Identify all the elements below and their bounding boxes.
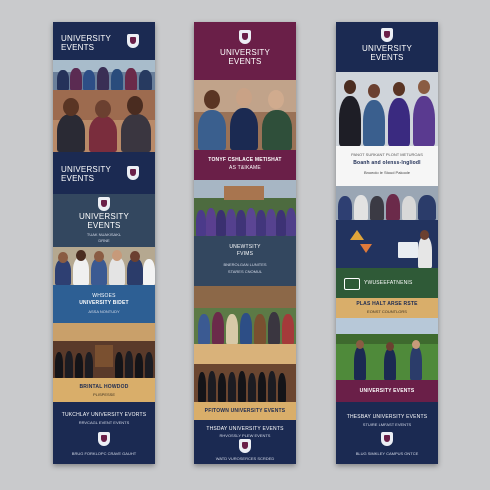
strip3-sand-line2: EONST COUNTLORS — [367, 309, 407, 314]
strip1-blue-panel: WHSOES UNIVERSITY BIDET ASSA NONTUDY — [53, 285, 155, 323]
strip1-header-title: UNIVERSITY EVENTS — [61, 34, 111, 52]
strip1-sand-panel: BRINTAL HOWDOD PLISPESSE — [53, 378, 155, 402]
strip1-students-photo — [53, 90, 155, 152]
strip3-footer: THESBAY UNIVERSITY EVENTS STUIRE LMFAST … — [336, 402, 438, 464]
strip1-group-photo — [53, 247, 155, 285]
strip3-students-photo — [336, 72, 438, 146]
strip2-campus-students-photo — [194, 286, 296, 344]
strip3-sand-line1: PLAS HALT ARSE RSTE — [356, 301, 418, 307]
strip2-plum-line2: AS T&IKAME — [229, 165, 261, 171]
strip2-ceremony-photo — [194, 344, 296, 402]
strip2-sand-panel: PFITOWN UNIVERSITY EVENTS — [194, 402, 296, 420]
strip2-students-photo — [194, 80, 296, 150]
strip3-footer-line3: BLUG SIMKLEY CAMPUS ONTCE — [355, 451, 419, 456]
car-icon — [344, 278, 360, 290]
strip2-header: UNIVERSITY EVENTS — [194, 22, 296, 80]
strip2-slate-line3: BNEROLGAN LUNITES — [223, 262, 267, 267]
strip1-ceremony-photo — [53, 323, 155, 378]
strip1-mid-title: UNIVERSITY EVENTS — [61, 165, 111, 183]
university-crest-icon — [127, 166, 139, 180]
strip1-blue-line3: ASSA NONTUDY — [88, 309, 120, 314]
strip1-footer: TUKCHLAY UNIVERSITY EVORTS RRVCAGL EVENT… — [53, 402, 155, 464]
strip3-sand-panel: PLAS HALT ARSE RSTE EONST COUNTLORS — [336, 298, 438, 318]
strip2-slate-panel: UNEWTSITY FVIMS BNEROLGAN LUNITES STARES… — [194, 236, 296, 286]
strip3-graphic-panel — [336, 220, 438, 268]
strip3-white-line1: PANOT SURKANT PLONT METUROAS — [351, 152, 423, 157]
strip1-footer-line1: TUKCHLAY UNIVERSITY EVORTS — [61, 412, 147, 418]
strip3-header-title: UNIVERSITY EVENTS — [361, 44, 412, 62]
university-crest-icon — [98, 197, 110, 211]
strip3-outdoor-photo — [336, 318, 438, 380]
strip1-blue-line2: UNIVERSITY BIDET — [79, 300, 129, 306]
strip2-footer-line2: RHVOSSLY PLEW EVENTS — [219, 433, 271, 438]
strip3-footer-line1: THESBAY UNIVERSITY EVENTS — [346, 414, 428, 420]
university-crest-icon — [239, 439, 251, 453]
strip2-campus-crowd-photo — [194, 180, 296, 236]
strip2-footer-line1: THSDAY UNIVERSITY EVENTS — [206, 426, 284, 432]
strip1-mid-header: UNIVERSITY EVENTS — [53, 152, 155, 194]
banner-strip-3: UNIVERSITY EVENTS PANOT SURKANT PLONT ME… — [336, 22, 438, 464]
strip1-slate-panel: UNIVERSITY EVENTS TUAK NUAKISAKL DRNE — [53, 194, 155, 247]
strip1-slate-sub1: TUAK NUAKISAKL — [86, 232, 122, 237]
strip2-footer: THSDAY UNIVERSITY EVENTS RHVOSSLY PLEW E… — [194, 420, 296, 464]
strip3-white-line3: Bnoeolo le Stoud Pakoole — [363, 170, 411, 175]
laptop-icon — [398, 242, 418, 258]
strip3-footer-line2: STUIRE LMFAST EVENTS — [362, 422, 412, 427]
strip1-sand-line2: PLISPESSE — [92, 392, 115, 397]
strip1-footer-line2: RRVCAGL EVENT EVENTS — [78, 420, 130, 425]
strip1-crowd-photo — [53, 60, 155, 90]
university-crest-icon — [239, 30, 251, 44]
strip3-white-panel: PANOT SURKANT PLONT METUROAS Boanh and o… — [336, 146, 438, 186]
strip2-slate-line2: FVIMS — [236, 251, 254, 257]
university-crest-icon — [98, 432, 110, 446]
strip3-green-panel: YWUSEEFATNENIS — [336, 268, 438, 298]
strip3-white-line2: Boanh and olenss-lngliodl — [353, 160, 421, 166]
banner-strip-1: UNIVERSITY EVENTS UNIVERSITY EVENTS UNIV… — [53, 22, 155, 464]
strip2-sand-line1: PFITOWN UNIVERSITY EVENTS — [204, 408, 286, 414]
strip2-plum-panel: TONYF CSHLACE METISHAT AS T&IKAME — [194, 150, 296, 180]
strip1-header: UNIVERSITY EVENTS — [53, 22, 155, 60]
university-crest-icon — [381, 432, 393, 446]
strip3-plum-panel: UNIVERSITY EVENTS — [336, 380, 438, 402]
triangle-shape-icon — [350, 230, 364, 240]
strip2-slate-line4: STARES CNOMUL — [227, 269, 263, 274]
strip2-plum-line1: TONYF CSHLACE METISHAT — [208, 157, 282, 163]
strip2-slate-line1: UNEWTSITY — [229, 244, 261, 250]
strip1-slate-title: UNIVERSITY EVENTS — [78, 212, 129, 230]
university-crest-icon — [127, 34, 139, 48]
strip2-header-title: UNIVERSITY EVENTS — [219, 48, 270, 66]
strip2-footer-line3: WATD VUROSERCES SCRDED — [215, 456, 275, 461]
triangle-shape-icon — [360, 244, 372, 253]
strip1-sand-line1: BRINTAL HOWDOD — [79, 384, 129, 390]
strip3-green-line1: YWUSEEFATNENIS — [364, 280, 413, 286]
strip1-footer-line3: BRUG FORKLOPC CRAVE GAUHT — [71, 451, 137, 456]
strip3-group-photo — [336, 186, 438, 220]
strip3-header: UNIVERSITY EVENTS — [336, 22, 438, 72]
strip1-slate-sub2: DRNE — [98, 238, 110, 243]
banner-strip-2: UNIVERSITY EVENTS TONYF CSHLACE METISHAT… — [194, 22, 296, 464]
strip3-plum-line1: UNIVERSITY EVENTS — [359, 388, 415, 394]
strip1-blue-line1: WHSOES — [92, 293, 116, 299]
university-crest-icon — [381, 28, 393, 42]
